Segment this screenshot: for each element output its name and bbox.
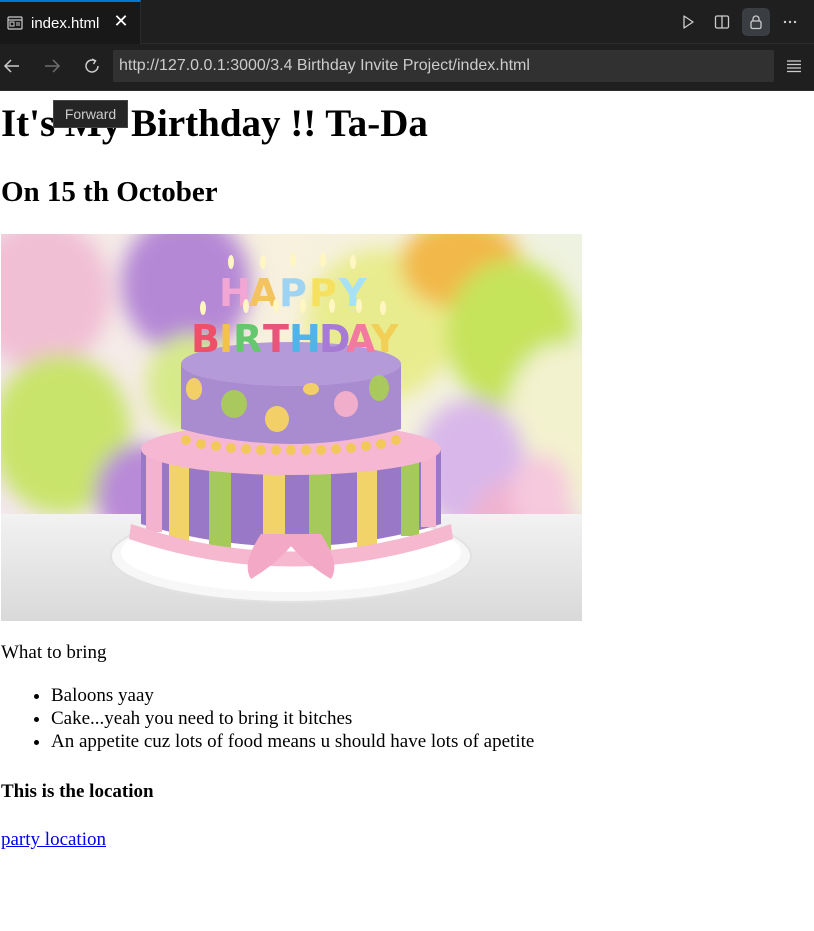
- svg-text:R: R: [233, 317, 262, 361]
- svg-text:Y: Y: [370, 317, 399, 361]
- run-icon[interactable]: [674, 8, 702, 36]
- svg-text:T: T: [263, 317, 289, 361]
- split-editor-icon[interactable]: [708, 8, 736, 36]
- list-item: An appetite cuz lots of food means u sho…: [51, 730, 534, 753]
- browser-toolbar: http://127.0.0.1:3000/3.4 Birthday Invit…: [0, 44, 814, 91]
- forward-tooltip: Forward: [53, 100, 128, 128]
- menu-icon[interactable]: [784, 56, 804, 76]
- url-text: http://127.0.0.1:3000/3.4 Birthday Invit…: [119, 57, 530, 74]
- tab-index-html[interactable]: index.html ✕: [0, 0, 141, 44]
- tab-actions: [674, 8, 804, 36]
- more-icon[interactable]: [776, 8, 804, 36]
- birthday-cake-image: H A P P Y B I R T H D A Y: [1, 234, 582, 621]
- editor-tab-bar: index.html ✕: [0, 0, 814, 44]
- close-icon[interactable]: ✕: [112, 12, 130, 32]
- svg-text:H: H: [289, 317, 321, 361]
- preview-icon: [6, 14, 24, 32]
- location-heading: This is the location: [1, 781, 154, 802]
- svg-text:I: I: [219, 317, 233, 361]
- list-item: Cake...yeah you need to bring it bitches: [51, 707, 534, 730]
- svg-text:Y: Y: [338, 271, 367, 315]
- list-item: Baloons yaay: [51, 684, 534, 707]
- arrow-left-icon[interactable]: [0, 54, 24, 78]
- reload-icon[interactable]: [80, 54, 104, 78]
- bring-label: What to bring: [1, 642, 107, 663]
- page-content: It's My Birthday !! Ta-Da On 15 th Octob…: [0, 91, 814, 931]
- bring-list: Baloons yaay Cake...yeah you need to bri…: [51, 684, 534, 753]
- address-bar[interactable]: http://127.0.0.1:3000/3.4 Birthday Invit…: [113, 50, 774, 82]
- lock-icon[interactable]: [742, 8, 770, 36]
- arrow-right-icon[interactable]: [40, 54, 64, 78]
- party-location-link[interactable]: party location: [1, 829, 106, 851]
- svg-text:B: B: [191, 317, 220, 361]
- event-date: On 15 th October: [1, 176, 218, 208]
- tab-label: index.html: [31, 14, 100, 32]
